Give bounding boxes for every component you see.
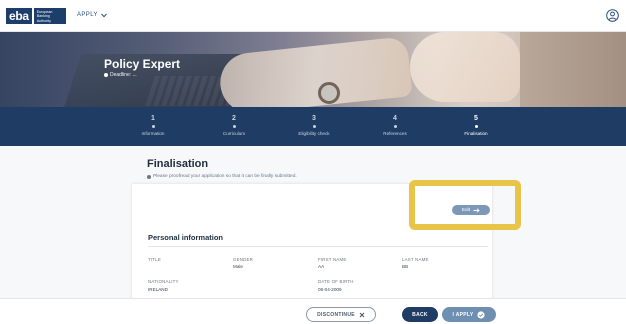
step-dot <box>233 125 236 128</box>
field-value-gender: Male <box>233 264 243 269</box>
application-page: eba European Banking Authority APPLY Pol… <box>0 0 626 324</box>
field-label-last-name: LAST NAME <box>402 257 429 262</box>
step-number: 3 <box>312 115 316 122</box>
edit-button-label: Edit <box>461 207 471 213</box>
step-dot <box>475 125 478 128</box>
application-stepper: 1 Information 2 Curriculum 3 Eligibility… <box>0 107 626 146</box>
apply-menu-label: APPLY <box>77 12 98 18</box>
step-label: Information <box>141 131 165 136</box>
back-button-label: BACK <box>412 311 428 318</box>
step-number: 4 <box>393 115 397 122</box>
field-value-nationality: IRELAND <box>148 287 168 292</box>
field-label-date-of-birth: DATE OF BIRTH <box>318 279 354 284</box>
section-title: Finalisation <box>147 158 209 170</box>
field-value-last-name: BB <box>402 264 409 269</box>
step-dot <box>313 125 316 128</box>
apply-button[interactable]: I APPLY <box>442 307 496 322</box>
apply-button-label: I APPLY <box>452 311 474 318</box>
step-dot <box>152 125 155 128</box>
discontinue-button-label: DISCONTINUE <box>317 311 355 318</box>
field-label-title: TITLE <box>148 257 161 262</box>
apply-menu[interactable]: APPLY <box>77 12 107 18</box>
user-circle-icon[interactable] <box>606 9 619 22</box>
step-label: Curriculum <box>222 131 246 136</box>
step-number: 2 <box>232 115 236 122</box>
back-button[interactable]: BACK <box>402 307 438 322</box>
field-label-first-name: FIRST NAME <box>318 257 347 262</box>
arrow-right-icon <box>473 207 480 213</box>
job-deadline-text: Deadline: ... <box>110 72 137 78</box>
job-title: Policy Expert <box>104 57 181 71</box>
field-label-gender: GENDER <box>233 257 253 262</box>
step-curriculum[interactable]: 2 Curriculum <box>194 107 274 146</box>
check-circle-icon <box>477 310 486 319</box>
step-information[interactable]: 1 Information <box>113 107 193 146</box>
section-note-text: Please proofread your application so tha… <box>153 174 297 179</box>
field-label-nationality: NATIONALITY <box>148 279 179 284</box>
step-label: References <box>383 131 407 136</box>
top-navigation-bar: eba European Banking Authority APPLY <box>0 0 626 32</box>
step-finalisation[interactable]: 5 Finalisation <box>436 107 516 146</box>
discontinue-button[interactable]: DISCONTINUE <box>306 307 376 322</box>
logo-mark: eba <box>6 8 32 24</box>
step-references[interactable]: 4 References <box>355 107 435 146</box>
hero-banner <box>0 32 626 107</box>
field-value-date-of-birth: 08-04-2009 <box>318 287 342 292</box>
logo-line: Authority <box>36 18 51 23</box>
divider <box>148 246 488 247</box>
clock-icon <box>104 73 108 77</box>
info-icon <box>147 174 151 179</box>
step-number: 1 <box>151 115 155 122</box>
step-dot <box>394 125 397 128</box>
field-value-first-name: AA <box>318 264 325 269</box>
edit-button[interactable]: Edit <box>452 205 490 215</box>
personal-information-title: Personal information <box>148 233 224 242</box>
action-bar: DISCONTINUE BACK I APPLY <box>0 298 626 324</box>
job-deadline: Deadline: ... <box>104 72 137 78</box>
step-eligibility-check[interactable]: 3 Eligibility check <box>274 107 354 146</box>
step-label: Eligibility check <box>298 131 330 136</box>
logo-text: European Banking Authority <box>33 8 66 24</box>
section-note: Please proofread your application so tha… <box>147 174 297 179</box>
eba-logo[interactable]: eba European Banking Authority <box>6 8 66 24</box>
step-number: 5 <box>474 115 478 122</box>
close-icon <box>359 312 365 317</box>
chevron-down-icon <box>101 13 107 17</box>
step-label: Finalisation <box>464 131 488 136</box>
hero-overlay <box>0 32 626 107</box>
